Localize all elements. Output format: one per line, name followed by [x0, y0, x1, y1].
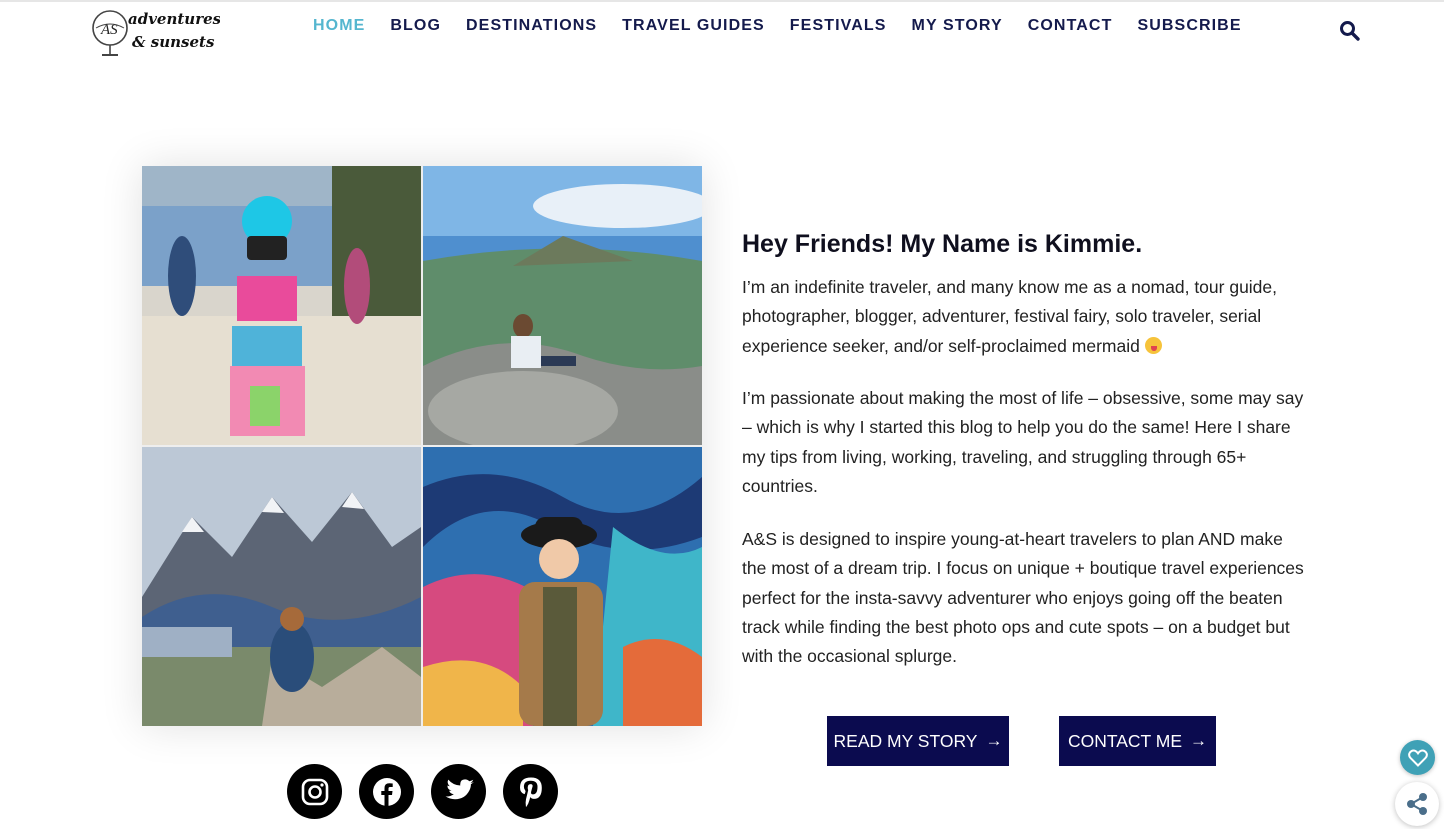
- intro-heading: Hey Friends! My Name is Kimmie.: [742, 230, 1143, 258]
- read-my-story-button[interactable]: READ MY STORY →: [827, 716, 1009, 766]
- svg-text:& sunsets: & sunsets: [132, 33, 215, 51]
- intro-paragraph-3: A&S is designed to inspire young-at-hear…: [742, 529, 1304, 667]
- nav-home[interactable]: HOME: [313, 17, 365, 37]
- contact-me-label: CONTACT ME: [1067, 730, 1183, 751]
- intro-paragraph-1: I’m an indefinite traveler, and many kno…: [742, 273, 1312, 361]
- nav-contact[interactable]: CONTACT: [1028, 17, 1113, 37]
- intro-paragraph-2: I’m passionate about making the most of …: [742, 388, 1304, 496]
- share-icon[interactable]: [1395, 782, 1439, 826]
- intro-paragraph-1-text: I’m an indefinite traveler, and many kno…: [742, 277, 1278, 356]
- nav-festivals[interactable]: FESTIVALS: [790, 17, 887, 37]
- tongue-emoji-icon: [1144, 336, 1162, 354]
- search-icon[interactable]: [1339, 20, 1361, 42]
- festival-photo: [142, 166, 421, 445]
- pinterest-icon[interactable]: [503, 764, 558, 819]
- site-logo[interactable]: AS adventures & sunsets: [90, 2, 220, 60]
- photo-collage: [142, 166, 702, 726]
- nav-blog[interactable]: BLOG: [390, 17, 441, 37]
- nav-my-story[interactable]: MY STORY: [912, 17, 1003, 37]
- arrow-right-icon: →: [985, 731, 1003, 750]
- nav-travel-guides[interactable]: TRAVEL GUIDES: [622, 17, 765, 37]
- table-mountain-photo: [423, 166, 702, 445]
- nav-subscribe[interactable]: SUBSCRIBE: [1137, 17, 1241, 37]
- contact-me-button[interactable]: CONTACT ME →: [1059, 716, 1216, 766]
- twitter-icon[interactable]: [431, 764, 486, 819]
- nav-destinations[interactable]: DESTINATIONS: [466, 17, 597, 37]
- patagonia-photo: [142, 447, 421, 726]
- graffiti-photo: [423, 447, 702, 726]
- heart-icon[interactable]: [1400, 740, 1435, 775]
- facebook-icon[interactable]: [359, 764, 414, 819]
- arrow-right-icon: →: [1190, 731, 1208, 750]
- read-my-story-label: READ MY STORY: [833, 730, 978, 751]
- svg-text:AS: AS: [100, 22, 118, 38]
- social-links: [287, 764, 558, 819]
- svg-text:adventures: adventures: [128, 10, 220, 28]
- main-nav: HOME BLOG DESTINATIONS TRAVEL GUIDES FES…: [313, 17, 1267, 37]
- instagram-icon[interactable]: [287, 764, 342, 819]
